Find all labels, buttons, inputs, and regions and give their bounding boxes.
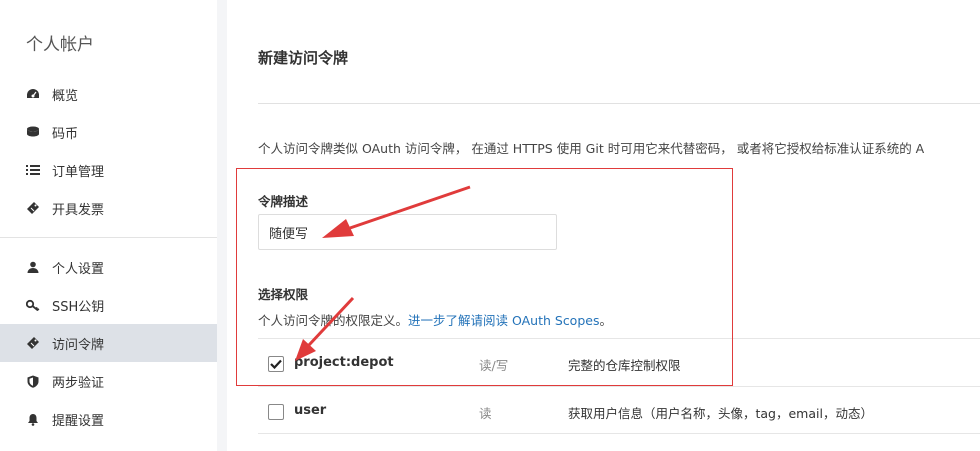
bell-icon [26, 412, 40, 426]
scope-name: user [294, 403, 327, 418]
scope-checkbox[interactable] [268, 404, 284, 420]
sidebar-item-access-tokens[interactable]: 访问令牌 [0, 324, 217, 362]
sidebar-item-label: 提醒设置 [52, 413, 105, 429]
scope-row: user 读 获取用户信息（用户名称，头像，tag，email，动态） [258, 386, 980, 434]
checkmark-icon [270, 359, 282, 369]
description-label: 令牌描述 [258, 194, 309, 209]
sidebar-item-label: 码币 [52, 126, 79, 142]
sidebar-item-two-factor[interactable]: 两步验证 [0, 362, 217, 400]
sidebar: 个人帐户 概览 码币 订单管理 开具发票 个人设置 SSH公钥 访问令牌 两步验… [0, 0, 217, 451]
ticket-icon [26, 336, 40, 350]
shield-icon [26, 374, 40, 388]
intro-text: 个人访问令牌类似 OAuth 访问令牌， 在通过 HTTPS 使用 Git 时可… [258, 141, 925, 156]
scope-description: 获取用户信息（用户名称，头像，tag，email，动态） [568, 406, 873, 421]
sidebar-item-notifications[interactable]: 提醒设置 [0, 400, 217, 438]
list-icon [26, 163, 40, 177]
user-icon [26, 260, 40, 274]
scope-help: 个人访问令牌的权限定义。进一步了解请阅读 OAuth Scopes。 [258, 310, 612, 329]
main-content: 新建访问令牌 个人访问令牌类似 OAuth 访问令牌， 在通过 HTTPS 使用… [227, 0, 980, 451]
scope-table: project:depot 读/写 完整的仓库控制权限 user 读 获取用户信… [258, 338, 980, 434]
scope-description: 完整的仓库控制权限 [568, 358, 681, 373]
sidebar-divider [0, 237, 217, 238]
title-divider [258, 103, 980, 104]
sidebar-item-label: 订单管理 [52, 164, 105, 180]
description-input[interactable] [258, 214, 557, 250]
dashboard-icon [26, 87, 40, 101]
scope-access: 读 [479, 406, 492, 421]
layout-gutter [217, 0, 227, 451]
sidebar-item-orders[interactable]: 订单管理 [0, 151, 217, 189]
ticket-icon [26, 201, 40, 215]
page-title: 新建访问令牌 [258, 49, 349, 67]
scope-access: 读/写 [479, 358, 509, 373]
sidebar-item-coins[interactable]: 码币 [0, 113, 217, 151]
sidebar-item-ssh-keys[interactable]: SSH公钥 [0, 286, 217, 324]
sidebar-item-label: 访问令牌 [52, 337, 105, 353]
sidebar-item-label: 开具发票 [52, 202, 105, 218]
sidebar-item-overview[interactable]: 概览 [0, 75, 217, 113]
scope-checkbox-checked[interactable] [268, 356, 284, 372]
sidebar-item-invoice[interactable]: 开具发票 [0, 189, 217, 227]
sidebar-item-label: 概览 [52, 88, 79, 104]
coins-icon [26, 125, 40, 139]
key-icon [26, 298, 40, 312]
scopes-label: 选择权限 [258, 287, 309, 302]
oauth-scopes-link[interactable]: 进一步了解请阅读 OAuth Scopes [408, 313, 599, 328]
sidebar-item-label: SSH公钥 [52, 299, 105, 315]
sidebar-title: 个人帐户 [26, 35, 94, 55]
sidebar-item-label: 个人设置 [52, 261, 105, 277]
scope-help-suffix: 。 [599, 313, 612, 328]
scope-name: project:depot [294, 355, 394, 370]
scope-row: project:depot 读/写 完整的仓库控制权限 [258, 338, 980, 386]
sidebar-item-label: 两步验证 [52, 375, 105, 391]
sidebar-item-settings[interactable]: 个人设置 [0, 248, 217, 286]
scope-help-text: 个人访问令牌的权限定义。 [258, 313, 409, 328]
